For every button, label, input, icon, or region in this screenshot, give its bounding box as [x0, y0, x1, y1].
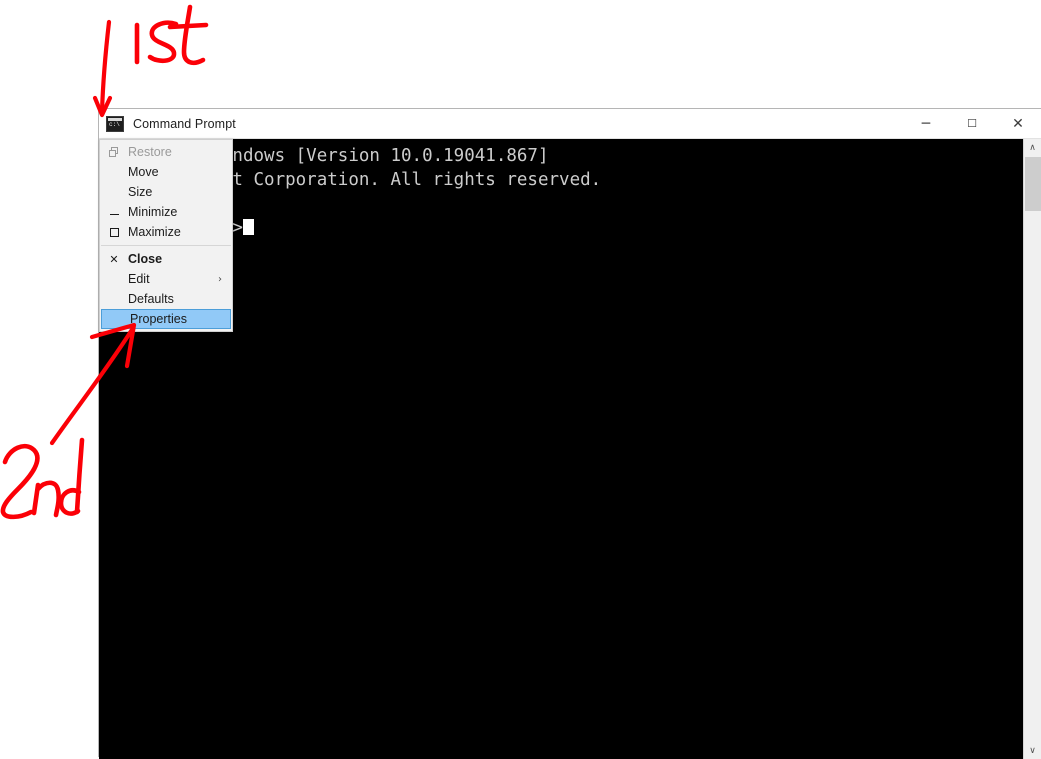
menu-item-close[interactable]: ✕ Close [100, 249, 232, 269]
menu-item-minimize[interactable]: Minimize [100, 202, 232, 222]
annotation-label-2nd [0, 437, 85, 520]
menu-item-properties-label: Properties [130, 312, 187, 326]
menu-item-minimize-label: Minimize [128, 205, 178, 219]
annotation-arrow-1-shaft [99, 19, 112, 115]
scroll-up-arrow-icon[interactable]: ∧ [1024, 139, 1041, 156]
command-prompt-icon[interactable] [106, 115, 124, 132]
system-menu: Restore Move Size Minimize Maximize ✕ Cl… [99, 139, 233, 332]
menu-separator [101, 245, 231, 246]
menu-item-defaults-label: Defaults [128, 292, 174, 306]
scrollbar-thumb[interactable] [1025, 157, 1041, 211]
console-output-area[interactable]: Microsoft Windows [Version 10.0.19041.86… [99, 139, 1041, 759]
menu-item-maximize[interactable]: Maximize [100, 222, 232, 242]
scroll-down-arrow-icon[interactable]: ∨ [1024, 742, 1041, 759]
menu-item-edit-label: Edit [128, 272, 150, 286]
close-icon: ✕ [109, 252, 119, 266]
restore-icon [100, 147, 128, 157]
title-bar[interactable]: Command Prompt ─ ☐ ✕ [99, 109, 1041, 139]
close-button[interactable]: ✕ [995, 109, 1041, 138]
maximize-icon [100, 227, 128, 237]
menu-item-size-label: Size [128, 185, 153, 199]
minimize-button[interactable]: ─ [903, 109, 949, 138]
menu-item-maximize-label: Maximize [128, 225, 181, 239]
menu-item-move[interactable]: Move [100, 162, 232, 182]
chevron-right-icon: › [218, 273, 222, 285]
window-title: Command Prompt [133, 116, 236, 131]
menu-item-restore-label: Restore [128, 145, 172, 159]
menu-item-move-label: Move [128, 165, 159, 179]
annotation-label-1st [134, 4, 209, 66]
menu-item-defaults[interactable]: Defaults [100, 289, 232, 309]
menu-item-edit[interactable]: Edit › [100, 269, 232, 289]
caption-buttons: ─ ☐ ✕ [903, 109, 1041, 138]
minimize-icon [100, 209, 128, 215]
command-prompt-window: Command Prompt ─ ☐ ✕ Microsoft Windows [… [98, 108, 1041, 759]
menu-item-close-label: Close [128, 252, 163, 266]
menu-item-size[interactable]: Size [100, 182, 232, 202]
maximize-button[interactable]: ☐ [949, 109, 995, 138]
vertical-scrollbar[interactable]: ∧ ∨ [1023, 139, 1041, 759]
menu-item-properties[interactable]: Properties [101, 309, 231, 329]
menu-item-restore[interactable]: Restore [100, 142, 232, 162]
text-cursor [242, 219, 254, 235]
